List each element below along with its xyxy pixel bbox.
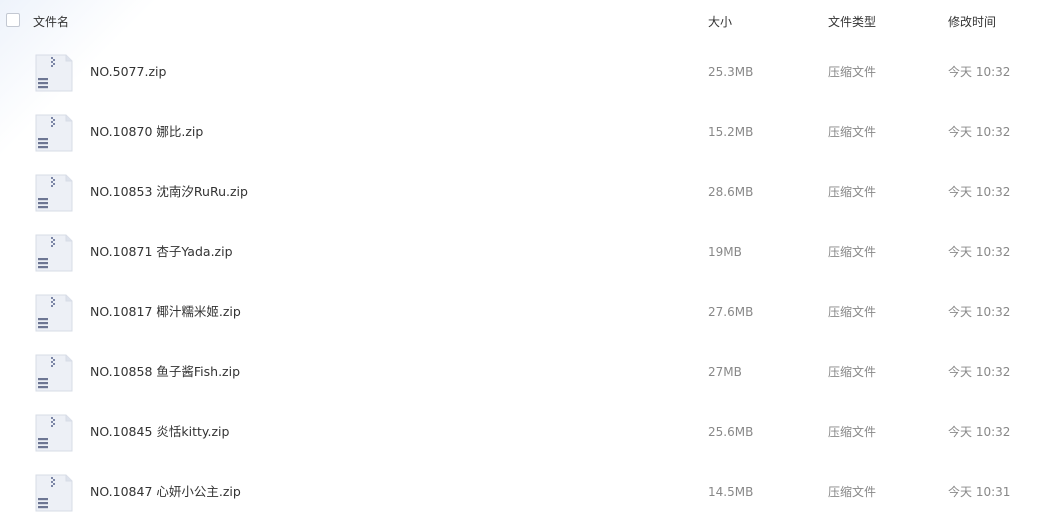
file-list-view: 文件名 大小 文件类型 修改时间 NO.5077.zip 25.3MB 压缩文件…: [0, 0, 1055, 525]
file-size: 25.6MB: [708, 425, 754, 439]
file-modified: 今天 10:32: [948, 305, 1011, 319]
file-row[interactable]: NO.10845 炎恬kitty.zip 25.6MB 压缩文件 今天 10:3…: [0, 402, 1055, 462]
file-name[interactable]: NO.10858 鱼子酱Fish.zip: [90, 364, 240, 380]
file-modified: 今天 10:32: [948, 125, 1011, 139]
file-type: 压缩文件: [828, 185, 877, 199]
zip-file-icon: [35, 234, 73, 272]
file-type: 压缩文件: [828, 245, 877, 259]
file-size: 19MB: [708, 245, 742, 259]
file-name[interactable]: NO.10871 杏子Yada.zip: [90, 244, 233, 260]
file-name[interactable]: NO.5077.zip: [90, 64, 166, 80]
file-modified: 今天 10:32: [948, 185, 1011, 199]
zip-file-icon: [35, 354, 73, 392]
file-type: 压缩文件: [828, 65, 877, 79]
file-modified: 今天 10:32: [948, 65, 1011, 79]
file-size: 25.3MB: [708, 65, 754, 79]
file-row[interactable]: NO.10871 杏子Yada.zip 19MB 压缩文件 今天 10:32: [0, 222, 1055, 282]
file-type: 压缩文件: [828, 425, 877, 439]
column-header-name[interactable]: 文件名: [33, 14, 69, 30]
zip-file-icon: [35, 414, 73, 452]
file-row[interactable]: NO.10870 娜比.zip 15.2MB 压缩文件 今天 10:32: [0, 102, 1055, 162]
file-row[interactable]: NO.5077.zip 25.3MB 压缩文件 今天 10:32: [0, 42, 1055, 102]
file-name[interactable]: NO.10870 娜比.zip: [90, 124, 203, 140]
file-type: 压缩文件: [828, 305, 877, 319]
file-list-header: 文件名 大小 文件类型 修改时间: [0, 0, 1055, 44]
file-row[interactable]: NO.10853 沈南汐RuRu.zip 28.6MB 压缩文件 今天 10:3…: [0, 162, 1055, 222]
file-type: 压缩文件: [828, 125, 877, 139]
zip-file-icon: [35, 294, 73, 332]
file-name[interactable]: NO.10853 沈南汐RuRu.zip: [90, 184, 248, 200]
file-size: 28.6MB: [708, 185, 754, 199]
file-row[interactable]: NO.10858 鱼子酱Fish.zip 27MB 压缩文件 今天 10:32: [0, 342, 1055, 402]
zip-file-icon: [35, 54, 73, 92]
zip-file-icon: [35, 114, 73, 152]
zip-file-icon: [35, 174, 73, 212]
column-header-type[interactable]: 文件类型: [828, 14, 876, 30]
file-modified: 今天 10:32: [948, 245, 1011, 259]
file-type: 压缩文件: [828, 365, 877, 379]
file-size: 15.2MB: [708, 125, 754, 139]
file-size: 14.5MB: [708, 485, 754, 499]
column-header-size[interactable]: 大小: [708, 14, 732, 30]
file-modified: 今天 10:32: [948, 425, 1011, 439]
file-type: 压缩文件: [828, 485, 877, 499]
column-header-modified[interactable]: 修改时间: [948, 14, 996, 30]
file-size: 27.6MB: [708, 305, 754, 319]
file-name[interactable]: NO.10817 椰汁糯米姬.zip: [90, 304, 241, 320]
file-name[interactable]: NO.10847 心妍小公主.zip: [90, 484, 241, 500]
file-row[interactable]: NO.10847 心妍小公主.zip 14.5MB 压缩文件 今天 10:31: [0, 462, 1055, 522]
zip-file-icon: [35, 474, 73, 512]
file-modified: 今天 10:31: [948, 485, 1011, 499]
file-size: 27MB: [708, 365, 742, 379]
file-name[interactable]: NO.10845 炎恬kitty.zip: [90, 424, 229, 440]
file-row[interactable]: NO.10817 椰汁糯米姬.zip 27.6MB 压缩文件 今天 10:32: [0, 282, 1055, 342]
file-modified: 今天 10:32: [948, 365, 1011, 379]
select-all-checkbox[interactable]: [6, 13, 20, 27]
